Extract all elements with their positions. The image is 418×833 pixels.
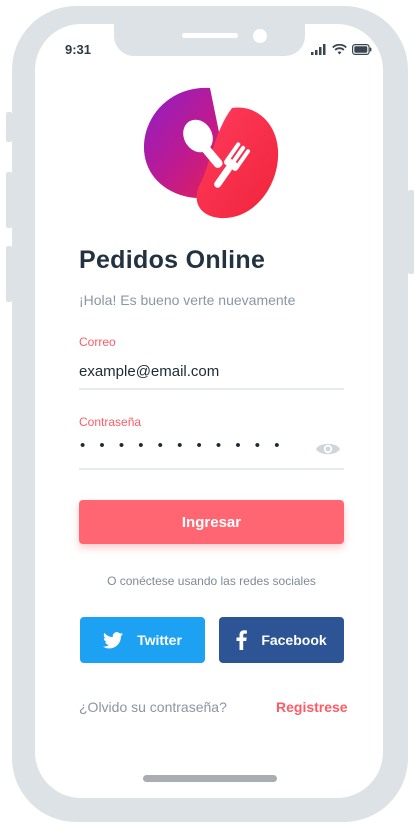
status-icons <box>311 44 372 55</box>
wifi-icon <box>332 44 347 55</box>
email-underline <box>79 388 344 390</box>
twitter-button[interactable]: Twitter <box>80 617 205 663</box>
twitter-label: Twitter <box>137 632 182 648</box>
battery-icon <box>352 44 372 55</box>
side-button <box>408 190 414 274</box>
password-label: Contraseña <box>79 415 142 429</box>
twitter-icon <box>103 631 124 648</box>
register-link[interactable]: Registrese <box>276 699 348 715</box>
speaker <box>182 33 238 38</box>
page-subtitle: ¡Hola! Es bueno verte nuevamente <box>79 292 296 308</box>
status-time: 9:31 <box>65 42 92 57</box>
login-button[interactable]: Ingresar <box>79 500 344 544</box>
password-underline <box>79 468 344 470</box>
password-field[interactable]: • • • • • • • • • • • <box>80 437 284 454</box>
facebook-label: Facebook <box>261 632 327 648</box>
email-label: Correo <box>79 335 116 349</box>
app-logo <box>143 87 279 219</box>
forgot-password-link[interactable]: ¿Olvido su contraseña? <box>79 699 227 715</box>
page-title: Pedidos Online <box>79 246 266 274</box>
side-button <box>6 246 12 302</box>
camera <box>253 29 267 43</box>
notch <box>114 24 305 56</box>
facebook-button[interactable]: Facebook <box>219 617 344 663</box>
signal-icon <box>311 44 326 55</box>
facebook-icon <box>236 630 248 650</box>
eye-icon[interactable] <box>315 440 341 458</box>
home-indicator <box>143 775 277 782</box>
side-button <box>6 172 12 228</box>
social-caption: O conéctese usando las redes sociales <box>107 574 316 588</box>
email-field[interactable]: example@email.com <box>79 363 219 380</box>
side-button <box>6 112 12 142</box>
